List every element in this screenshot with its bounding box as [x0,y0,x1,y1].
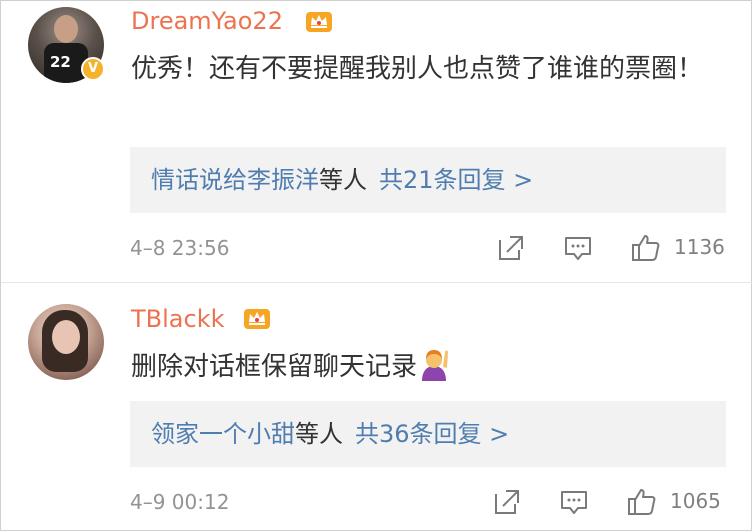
like-count: 1136 [674,235,725,259]
reply-suffix: 等人 [319,166,367,194]
comment-text-content: 删除对话框保留聊天记录 [131,352,418,382]
reply-count-link[interactable]: 共21条回复 > [379,166,533,194]
reply-summary[interactable]: 情话说给李振洋等人 共21条回复 > [130,147,726,213]
reply-summary[interactable]: 领家一个小甜等人 共36条回复 > [130,401,726,467]
comment-text: 删除对话框保留聊天记录 [131,345,721,390]
reply-count-link[interactable]: 共36条回复 > [355,420,509,448]
avatar-jersey-number: 22 [50,53,71,71]
like-count: 1065 [670,489,721,513]
reply-user-link[interactable]: 情话说给李振洋 [151,166,319,194]
timestamp: 4–9 00:12 [130,490,230,514]
crown-badge-icon [306,12,332,32]
comment-item: 22 V DreamYao22 优秀！还有不要提醒我别人也点赞了谁谁的票圈！ 情… [1,1,752,282]
reply-user-link[interactable]: 领家一个小甜 [151,420,295,448]
comment-icon[interactable] [563,233,593,263]
like-icon[interactable] [627,487,657,517]
avatar-face [52,320,80,354]
comment-text: 优秀！还有不要提醒我别人也点赞了谁谁的票圈！ [131,54,704,84]
username[interactable]: DreamYao22 [131,7,283,35]
like-icon[interactable] [631,233,661,263]
crown-badge-icon [244,309,270,329]
avatar[interactable] [28,304,104,380]
raising-hand-emoji [422,350,449,381]
repost-icon[interactable] [492,487,522,517]
repost-icon[interactable] [496,233,526,263]
comment-icon[interactable] [559,487,589,517]
reply-suffix: 等人 [295,420,343,448]
timestamp: 4–8 23:56 [130,236,230,260]
verified-badge-icon: V [81,57,105,81]
comment-item: TBlackk 删除对话框保留聊天记录 领家一个小甜等人 共36条回复 > 4–9… [1,283,752,532]
username[interactable]: TBlackk [131,305,225,333]
avatar-head [54,15,78,43]
